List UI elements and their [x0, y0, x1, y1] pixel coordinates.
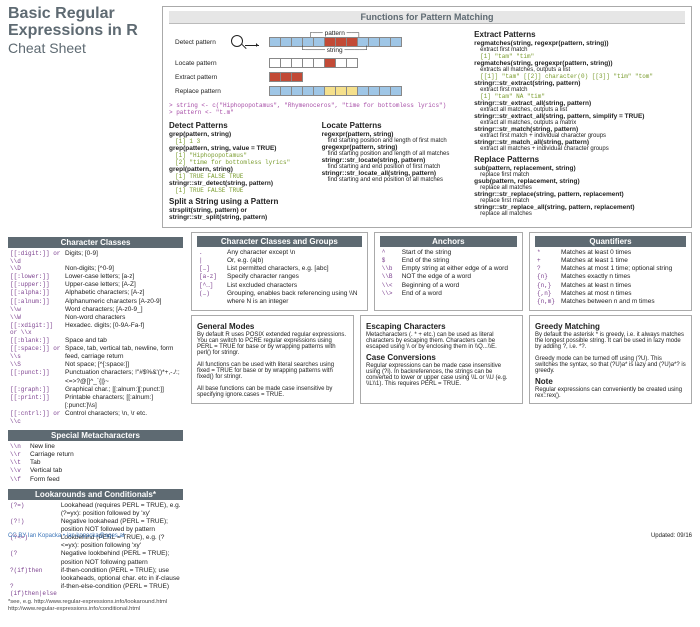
anchors-box: Anchors ^Start of the string$End of the … [374, 232, 523, 311]
main-section-title: Functions for Pattern Matching [169, 11, 685, 24]
modes-box: General Modes By default R uses POSIX ex… [191, 315, 354, 404]
charclasses-table: [[:digit:]] or \\dDigits; [0-9]\\DNon-di… [8, 250, 183, 425]
quant-box: Quantifiers *Matches at least 0 times+Ma… [529, 232, 692, 311]
diagram: Detect pattern ┌── pattern ──┐ └──── str… [169, 27, 407, 99]
subtitle: Cheat Sheet [8, 40, 148, 56]
ccg-box: Character Classes and Groups .Any charac… [191, 232, 368, 311]
title: Basic RegularExpressions in R [8, 6, 148, 40]
escape-box: Escaping Characters Metacharacters (. * … [360, 315, 523, 404]
functions-section: Functions for Pattern Matching Detect pa… [162, 6, 692, 228]
updated: Updated: 09/16 [651, 533, 692, 539]
greedy-box: Greedy Matching By default the asterisk … [529, 315, 692, 404]
footer: CC BY Ian Kopacka • ian.kopacka@ages.at [8, 533, 124, 539]
arrow-icon [245, 45, 259, 46]
magnify-icon [231, 35, 243, 47]
code-sample: > string <- c("Hiphopopotamus", "Rhymeno… [169, 102, 464, 109]
